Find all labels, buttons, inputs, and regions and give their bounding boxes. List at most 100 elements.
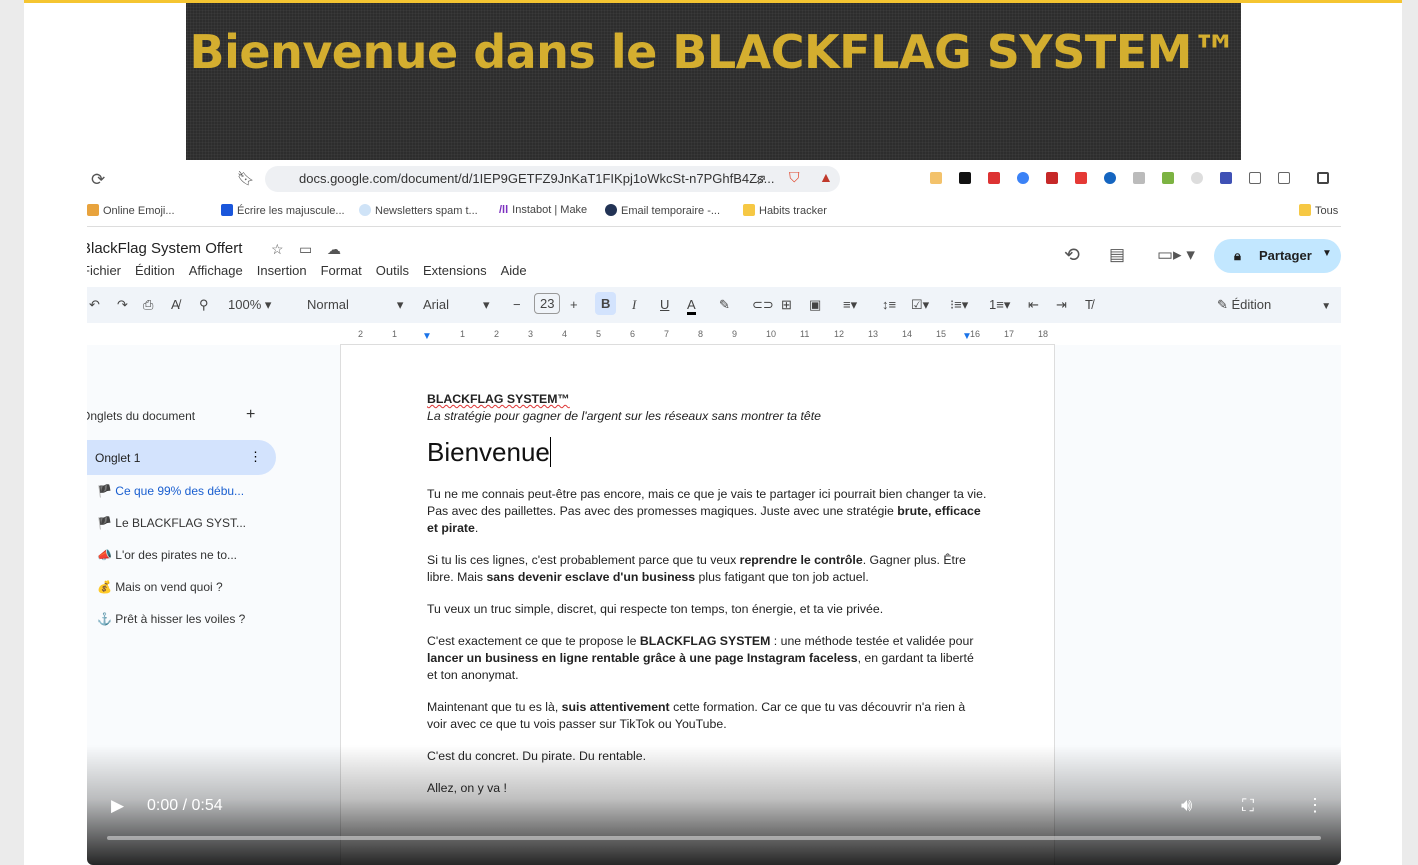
menu-outils[interactable]: Outils	[376, 263, 409, 278]
share-dropdown-icon[interactable]: ▼	[1322, 248, 1332, 259]
sidebar-toggle-icon[interactable]	[1317, 172, 1329, 184]
flag-icon: 🏴	[97, 516, 112, 530]
paint-format-icon[interactable]: ⚲	[199, 297, 209, 313]
share-page-icon[interactable]: ⇗	[755, 172, 767, 186]
progress-bar[interactable]	[107, 836, 1321, 840]
more-icon[interactable]: ⋮	[249, 449, 262, 465]
brave-rewards-icon[interactable]: ▲	[819, 170, 833, 184]
editing-mode-select[interactable]: ✎ Édition ▼	[1217, 297, 1331, 313]
bookmark-item[interactable]: Online Emoji...	[87, 204, 175, 217]
underline-button[interactable]: U	[660, 297, 669, 312]
reload-icon[interactable]: ⟳	[91, 171, 105, 188]
extensions-bar	[930, 172, 1341, 184]
extension-icon[interactable]	[1133, 172, 1145, 184]
bold-button[interactable]: B	[595, 292, 617, 315]
extension-icon[interactable]	[930, 172, 942, 184]
insert-image-icon[interactable]: ▣	[809, 297, 821, 313]
add-tab-icon[interactable]: +	[246, 406, 255, 424]
doc-brand: BLACKFLAG SYSTEM™	[427, 392, 570, 406]
outline-item[interactable]: 📣 L'or des pirates ne to...	[97, 548, 237, 562]
bookmark-folder[interactable]: Habits tracker	[743, 204, 827, 217]
highlight-icon[interactable]: ✎	[719, 297, 730, 313]
text-color-button[interactable]: A	[687, 297, 696, 315]
outline-item[interactable]: ⚓ Prêt à hisser les voiles ?	[97, 612, 245, 626]
italic-button[interactable]: I	[632, 297, 636, 313]
zoom-select[interactable]: 100% ▾	[228, 297, 271, 313]
doc-title[interactable]: BlackFlag System Offert	[87, 240, 242, 257]
flag-icon: 🏴	[97, 484, 112, 498]
video-player[interactable]: ⟳ 🔖︎ docs.google.com/document/d/1IEP9GET…	[87, 160, 1341, 865]
align-icon[interactable]: ≡▾	[843, 297, 857, 313]
puzzle-icon[interactable]	[1249, 172, 1261, 184]
outline-item[interactable]: 🏴 Le BLACKFLAG SYST...	[97, 516, 246, 530]
outline-item[interactable]: 💰 Mais on vend quoi ?	[97, 580, 223, 594]
redo-icon[interactable]: ↷	[117, 297, 128, 313]
outline-item[interactable]: 🏴 Ce que 99% des débu...	[97, 484, 244, 498]
brave-shield-icon[interactable]: ⛉	[789, 170, 800, 184]
more-options-button[interactable]: ⋮	[1306, 795, 1324, 816]
extension-icon[interactable]	[1017, 172, 1029, 184]
paragraph: Allez, on y va !	[427, 781, 507, 795]
comments-icon[interactable]: ▤	[1109, 246, 1125, 263]
numbered-list-icon[interactable]: 1≡▾	[989, 297, 1010, 313]
bookmark-item[interactable]: /ll Instabot | Make	[499, 204, 587, 216]
print-icon[interactable]: ⎙	[143, 297, 153, 313]
ruler-label: 17	[1004, 329, 1015, 339]
right-indent-marker[interactable]: ▼	[962, 331, 972, 342]
increase-indent-icon[interactable]: ⇥	[1056, 297, 1067, 313]
bookmark-item[interactable]: Newsletters spam t...	[359, 204, 478, 217]
extension-icon[interactable]	[1191, 172, 1203, 184]
star-icon[interactable]: ☆	[271, 242, 284, 256]
style-select[interactable]: Normal ▾	[307, 297, 403, 313]
increase-font-size-button[interactable]: +	[570, 297, 578, 312]
extension-icon[interactable]	[1075, 172, 1087, 184]
font-select[interactable]: Arial ▾	[423, 297, 490, 313]
decrease-font-size-button[interactable]: −	[513, 297, 521, 312]
ruler-label: 5	[596, 329, 602, 339]
left-indent-marker[interactable]: ▼	[422, 331, 432, 342]
meet-icon[interactable]: ▭▸ ▾	[1157, 246, 1195, 263]
menu-insertion[interactable]: Insertion	[257, 263, 307, 278]
address-bar[interactable]: docs.google.com/document/d/1IEP9GETFZ9Jn…	[265, 166, 840, 192]
bookmark-folder-all[interactable]: Tous	[1299, 204, 1338, 217]
decrease-indent-icon[interactable]: ⇤	[1028, 297, 1039, 313]
share-button[interactable]: 🔒︎ Partager ▼	[1214, 239, 1341, 273]
extension-icon[interactable]	[1104, 172, 1116, 184]
checklist-icon[interactable]: ☑▾	[911, 297, 929, 313]
url-text: docs.google.com/document/d/1IEP9GETFZ9Jn…	[299, 171, 775, 186]
menu-fichier[interactable]: Fichier	[87, 263, 121, 278]
bookmark-icon[interactable]: 🔖︎	[237, 171, 255, 185]
clear-formatting-icon[interactable]: T̸	[1085, 297, 1093, 312]
extension-icon[interactable]	[1220, 172, 1232, 184]
font-size-input[interactable]: 23	[534, 293, 561, 314]
document-content[interactable]: BLACKFLAG SYSTEM™ La stratégie pour gagn…	[427, 391, 987, 812]
extension-icon[interactable]	[988, 172, 1000, 184]
volume-button[interactable]: 🔊︎	[1181, 795, 1192, 816]
banner-title: Bienvenue dans le BLACKFLAG SYSTEM™	[189, 25, 1238, 79]
menu-extensions[interactable]: Extensions	[423, 263, 487, 278]
extension-icon[interactable]	[1046, 172, 1058, 184]
undo-icon[interactable]: ↶	[89, 297, 100, 313]
insert-comment-icon[interactable]: ⊞	[781, 297, 792, 313]
extension-icon[interactable]	[959, 172, 971, 184]
fullscreen-button[interactable]: ⛶	[1242, 796, 1254, 816]
menu-aide[interactable]: Aide	[501, 263, 527, 278]
spellcheck-icon[interactable]: A̸	[171, 297, 180, 312]
line-spacing-icon[interactable]: ↕≡	[882, 297, 896, 312]
cloud-saved-icon[interactable]: ☁	[327, 242, 341, 256]
version-history-icon[interactable]: ⟲	[1064, 246, 1080, 265]
ruler-label: 15	[936, 329, 947, 339]
bookmark-item[interactable]: Écrire les majuscule...	[221, 204, 345, 217]
extension-icon[interactable]	[1162, 172, 1174, 184]
bookmark-item[interactable]: Email temporaire -...	[605, 204, 720, 217]
menu-affichage[interactable]: Affichage	[189, 263, 243, 278]
link-icon[interactable]: ⊂⊃	[752, 297, 774, 313]
extension-icon[interactable]	[1278, 172, 1290, 184]
menu-edition[interactable]: Édition	[135, 263, 175, 278]
bullet-list-icon[interactable]: ⁝≡▾	[950, 297, 968, 313]
ruler[interactable]: 2 1 1 2 3 4 5 6 7 8 9 10 11 12 13 14 15 16 17 18 ▼ ▼	[340, 327, 1055, 345]
tab-onglet-1[interactable]: Onglet 1 ⋮	[87, 440, 276, 475]
play-button[interactable]: ▶	[111, 796, 124, 816]
move-folder-icon[interactable]: ▭	[299, 242, 312, 256]
menu-format[interactable]: Format	[321, 263, 362, 278]
